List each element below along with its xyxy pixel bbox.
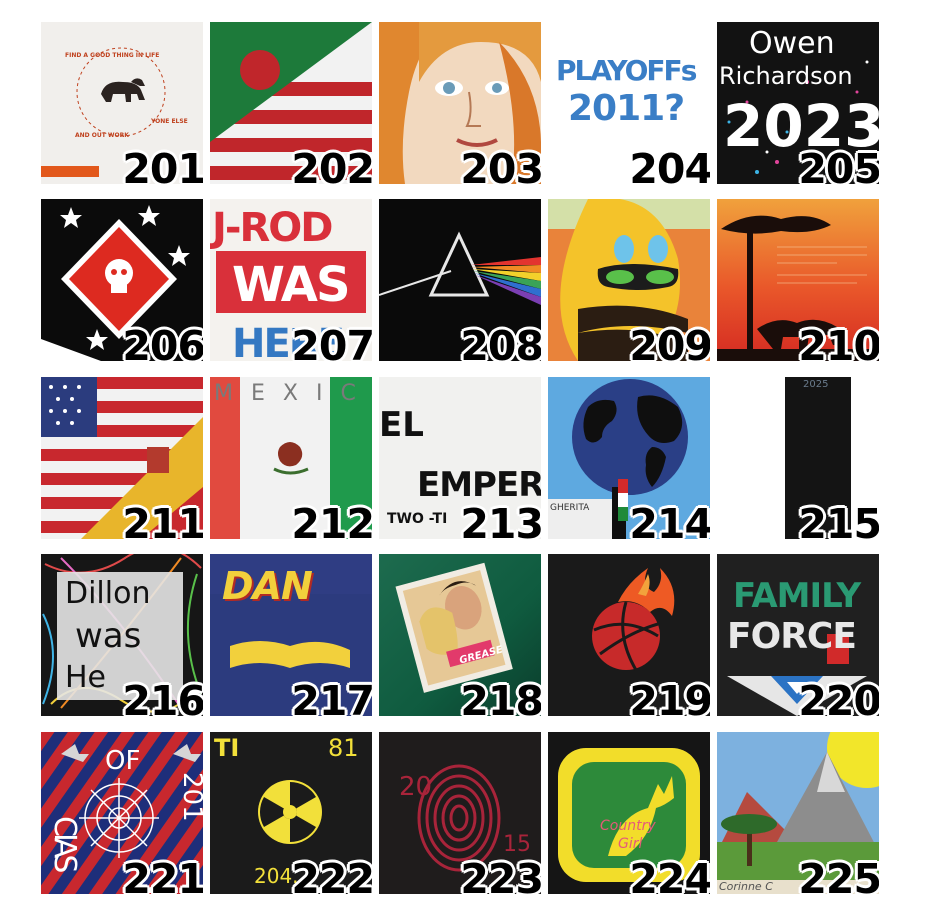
tile-220-line-2: FORCE [727, 616, 857, 657]
tile-221: CIAS OF 201 221 [41, 732, 203, 894]
tile-208: 208 [379, 199, 541, 361]
tile-221-top-text: OF [105, 746, 141, 776]
tile-203: 203 [379, 22, 541, 184]
tile-205-name-last: Richardson [719, 62, 853, 90]
tile-216-line-2: was [75, 616, 142, 656]
tile-206: 206 [41, 199, 203, 361]
tile-201: FIND A GOOD THING IN LIFE AND OUT WORK Y… [41, 22, 203, 184]
tile-223-year-left: 20 [399, 772, 433, 802]
tile-number: 217 [291, 677, 372, 717]
tile-number: 208 [460, 322, 541, 362]
tile-222: TI 81 204. 222 [210, 732, 372, 894]
tile-205: Owen Richardson 2023 205 [717, 22, 879, 184]
tile-204: PLAYOFFs 2011? 204 [548, 22, 710, 184]
tile-number: 224 [629, 855, 710, 895]
tile-number: 201 [122, 145, 203, 185]
tile-224-line-1: Country [600, 818, 656, 834]
tile-209: 209 [548, 199, 710, 361]
tile-number: 219 [629, 677, 710, 717]
tile-207: J-ROD WAS HERE 207 [210, 199, 372, 361]
tile-217-title: DAN [222, 564, 313, 608]
tile-221-left-text: CIAS [47, 816, 82, 870]
tile-number: 211 [122, 500, 203, 540]
tile-207-line-1: J-ROD [212, 205, 333, 251]
tile-number: 206 [122, 322, 203, 362]
tile-213: EL EMPERO TWO -TI 213 [379, 377, 541, 539]
tile-215: 2025 215 [717, 377, 879, 539]
tile-number: 210 [798, 322, 879, 362]
tile-204-title: PLAYOFFs [556, 54, 697, 87]
tile-number: 213 [460, 500, 541, 540]
tile-number: 205 [798, 145, 879, 185]
tile-201-motto: FIND A GOOD THING IN LIFE [65, 52, 160, 59]
tile-number: 216 [122, 677, 203, 717]
tile-214-caption: GHERITA [550, 503, 590, 513]
tile-222-number: 81 [328, 734, 359, 762]
tile-202: 202 [210, 22, 372, 184]
tile-201-motto-3: YONE ELSE [151, 118, 188, 125]
mosaic-grid: FIND A GOOD THING IN LIFE AND OUT WORK Y… [0, 0, 930, 916]
tile-225-signature: Corinne C [719, 880, 773, 893]
tile-number: 209 [629, 322, 710, 362]
tile-number: 225 [798, 855, 879, 895]
tile-number: 202 [291, 145, 372, 185]
tile-219: 219 [548, 554, 710, 716]
tile-number: 220 [798, 677, 879, 717]
tile-218: GREASE 218 [379, 554, 541, 716]
tile-225: Corinne C 225 [717, 732, 879, 894]
tile-223-year-right: 15 [503, 832, 531, 857]
tile-216-line-1: Dillon [65, 576, 151, 611]
tile-216-line-3: He [65, 660, 107, 695]
tile-211: 211 [41, 377, 203, 539]
tile-223: 20 15 223 [379, 732, 541, 894]
tile-number: 223 [460, 855, 541, 895]
tile-number: 222 [291, 855, 372, 895]
tile-number: 218 [460, 677, 541, 717]
tile-201-motto-2: AND OUT WORK [75, 132, 129, 139]
tile-number: 215 [798, 500, 879, 540]
tile-number: 204 [629, 145, 710, 185]
tile-215-year: 2025 [803, 379, 829, 390]
tile-number: 214 [629, 500, 710, 540]
tile-214: GHERITA 214 [548, 377, 710, 539]
tile-213-line-3: TWO -TI [387, 511, 448, 527]
tile-217: DAN 217 [210, 554, 372, 716]
tile-224-line-2: Girl [618, 836, 643, 852]
tile-210: 210 [717, 199, 879, 361]
tile-222-prefix: TI [214, 734, 240, 762]
tile-212-title: MEXICO [214, 381, 372, 406]
tile-number: 212 [291, 500, 372, 540]
tile-212: MEXICO 212 [210, 377, 372, 539]
tile-204-year: 2011? [568, 88, 685, 129]
tile-216: Dillon was He 216 [41, 554, 203, 716]
tile-213-line-2: EMPERO [417, 465, 541, 505]
tile-213-line-1: EL [379, 405, 424, 445]
tile-224: Country Girl 224 [548, 732, 710, 894]
tile-number: 207 [291, 322, 372, 362]
tile-221-right-text: 201 [177, 772, 203, 822]
tile-number: 203 [460, 145, 541, 185]
tile-205-name-first: Owen [749, 26, 835, 61]
tile-number: 221 [122, 855, 203, 895]
tile-207-line-2: WAS [232, 257, 351, 313]
tile-220: FAMILY FORCE 220 [717, 554, 879, 716]
tile-220-line-1: FAMILY [733, 576, 861, 616]
